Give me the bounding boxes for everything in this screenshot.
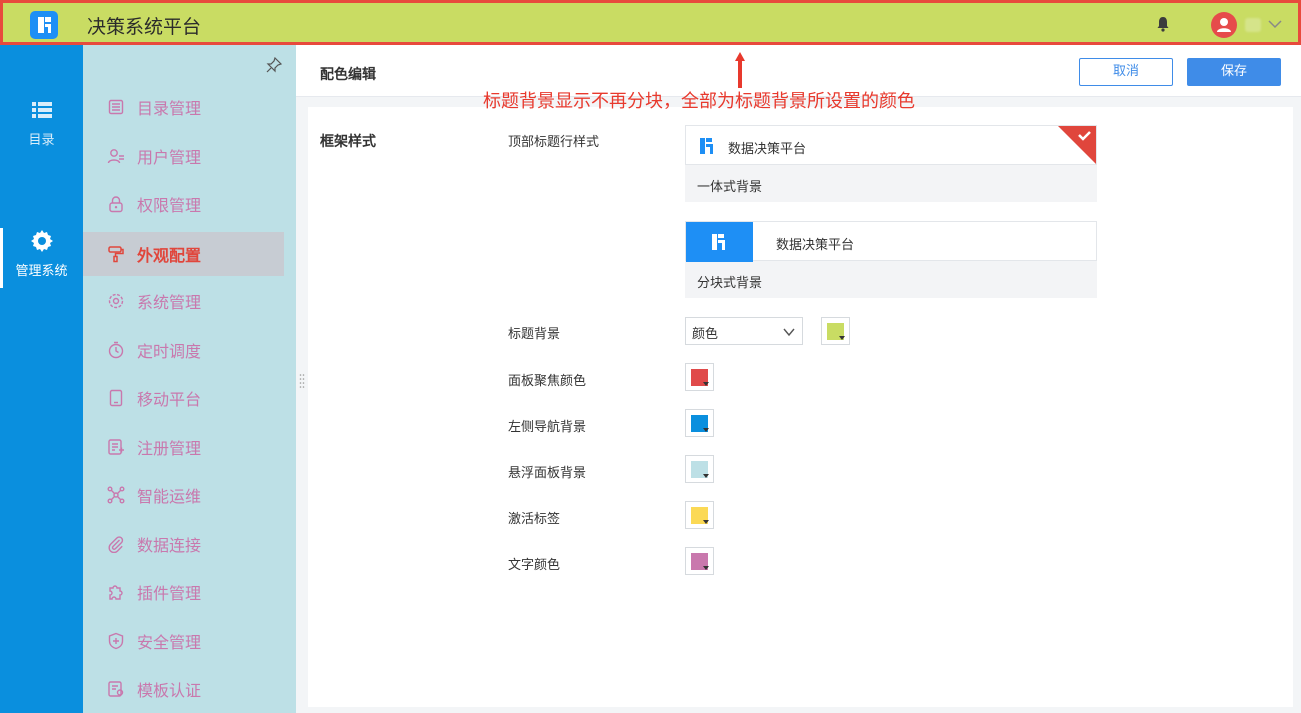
subnav-label: 权限管理 [137, 196, 202, 215]
header-style-label: 顶部标题行样式 [508, 135, 600, 150]
select-value: 颜色 [692, 327, 719, 342]
title-bg-color-picker[interactable] [821, 317, 850, 345]
list-icon [31, 102, 52, 118]
section-label: 框架样式 [320, 134, 376, 150]
subnav-item-permissions[interactable]: 权限管理 [83, 182, 284, 226]
nav-item-label: 目录 [28, 133, 55, 148]
card-app-name: 数据决策平台 [776, 238, 855, 253]
subnav-label: 目录管理 [137, 99, 202, 118]
puzzle-icon [109, 585, 123, 600]
paperclip-icon [108, 536, 124, 553]
subnav-label: 移动平台 [137, 390, 202, 409]
timer-icon [108, 341, 124, 359]
shield-icon [108, 632, 124, 650]
subnav-item-template-cert[interactable]: 模板认证 [83, 667, 284, 711]
color-row-label: 文字颜色 [508, 558, 561, 573]
color-row-label: 激活标签 [508, 512, 561, 527]
secondary-nav: 目录管理 用户管理 权限管理 外观配置 系统管理 定时调度 移动平台 注册管理 … [83, 45, 296, 713]
settings-icon [108, 293, 124, 309]
subnav-item-plugins[interactable]: 插件管理 [83, 570, 284, 614]
floating-panel-color-picker[interactable] [685, 455, 714, 483]
subnav-item-security[interactable]: 安全管理 [83, 619, 284, 663]
subnav-label: 用户管理 [137, 148, 202, 167]
card-app-name: 数据决策平台 [728, 142, 807, 157]
pin-icon[interactable] [266, 56, 283, 73]
color-row-label: 悬浮面板背景 [508, 466, 587, 481]
subnav-label: 注册管理 [137, 439, 202, 458]
top-header-bar: 决策系统平台 [0, 0, 1301, 45]
gear-icon [30, 230, 53, 252]
app-title: 决策系统平台 [87, 16, 202, 38]
subnav-label: 外观配置 [137, 246, 202, 265]
subnav-item-register[interactable]: 注册管理 [83, 425, 284, 469]
nav-item-directory[interactable]: 目录 [0, 97, 83, 148]
resize-handle[interactable] [299, 373, 305, 389]
user-manage-icon [107, 149, 124, 164]
mobile-icon [109, 389, 123, 407]
subnav-label: 模板认证 [137, 681, 202, 700]
subnav-label: 数据连接 [137, 536, 202, 555]
register-icon [108, 439, 124, 455]
bell-icon[interactable] [1154, 15, 1172, 33]
subnav-label: 系统管理 [137, 293, 202, 312]
title-bg-label: 标题背景 [508, 327, 561, 342]
active-tab-color-picker[interactable] [685, 501, 714, 529]
style-card-unified[interactable]: 数据决策平台 一体式背景 [685, 125, 1097, 202]
chevron-down-icon[interactable] [1267, 16, 1283, 32]
subnav-item-catalog[interactable]: 目录管理 [83, 85, 284, 129]
subnav-item-appearance[interactable]: 外观配置 [83, 232, 284, 276]
app-logo-icon[interactable] [30, 11, 58, 39]
paint-roller-icon [108, 246, 124, 263]
annotation-text: 标题背景显示不再分块，全部为标题背景所设置的颜色 [483, 91, 915, 112]
cancel-button[interactable]: 取消 [1079, 58, 1173, 86]
nav-item-manage-system[interactable]: 管理系统 [0, 228, 83, 279]
subnav-label: 安全管理 [137, 633, 202, 652]
app-logo-icon [696, 135, 718, 157]
text-color-picker[interactable] [685, 547, 714, 575]
color-row-label: 左侧导航背景 [508, 420, 587, 435]
page-title: 配色编辑 [320, 67, 376, 83]
certificate-icon [108, 681, 124, 697]
subnav-item-system[interactable]: 系统管理 [83, 279, 284, 323]
card-caption: 分块式背景 [697, 276, 763, 291]
subnav-item-schedule[interactable]: 定时调度 [83, 328, 284, 372]
subnav-item-data-connect[interactable]: 数据连接 [83, 522, 284, 566]
card-preview: 数据决策平台 [685, 221, 1097, 262]
style-card-split[interactable]: 数据决策平台 分块式背景 [685, 221, 1097, 298]
lock-icon [109, 196, 123, 213]
color-row-label: 面板聚焦颜色 [508, 374, 587, 389]
subnav-item-mobile[interactable]: 移动平台 [83, 376, 284, 420]
catalog-icon [108, 99, 124, 115]
selected-check-icon [1058, 126, 1096, 164]
username-blurred[interactable] [1245, 18, 1261, 32]
card-preview: 数据决策平台 [685, 125, 1097, 165]
subnav-item-ops[interactable]: 智能运维 [83, 473, 284, 517]
settings-panel: 框架样式 顶部标题行样式 数据决策平台 一体式背景 数据决策平台 分块式背景 标… [308, 107, 1293, 707]
panel-focus-color-picker[interactable] [685, 363, 714, 391]
subnav-label: 定时调度 [137, 342, 202, 361]
main-content: 配色编辑 取消 保存 框架样式 顶部标题行样式 数据决策平台 一体式背景 数据决… [296, 45, 1301, 713]
title-bg-select[interactable]: 颜色 [685, 317, 803, 345]
subnav-label: 插件管理 [137, 584, 202, 603]
subnav-label: 智能运维 [137, 487, 202, 506]
left-nav-color-picker[interactable] [685, 409, 714, 437]
primary-nav: 目录 管理系统 [0, 45, 83, 713]
logo-block [686, 222, 753, 262]
subnav-item-users[interactable]: 用户管理 [83, 134, 284, 178]
user-avatar-icon[interactable] [1211, 12, 1237, 38]
app-logo-icon [712, 234, 725, 250]
annotation-arrow-icon [735, 52, 745, 88]
chevron-down-icon [783, 328, 795, 337]
network-icon [107, 486, 125, 504]
save-button[interactable]: 保存 [1187, 58, 1281, 86]
nav-item-label: 管理系统 [15, 264, 68, 279]
card-caption: 一体式背景 [697, 180, 763, 195]
